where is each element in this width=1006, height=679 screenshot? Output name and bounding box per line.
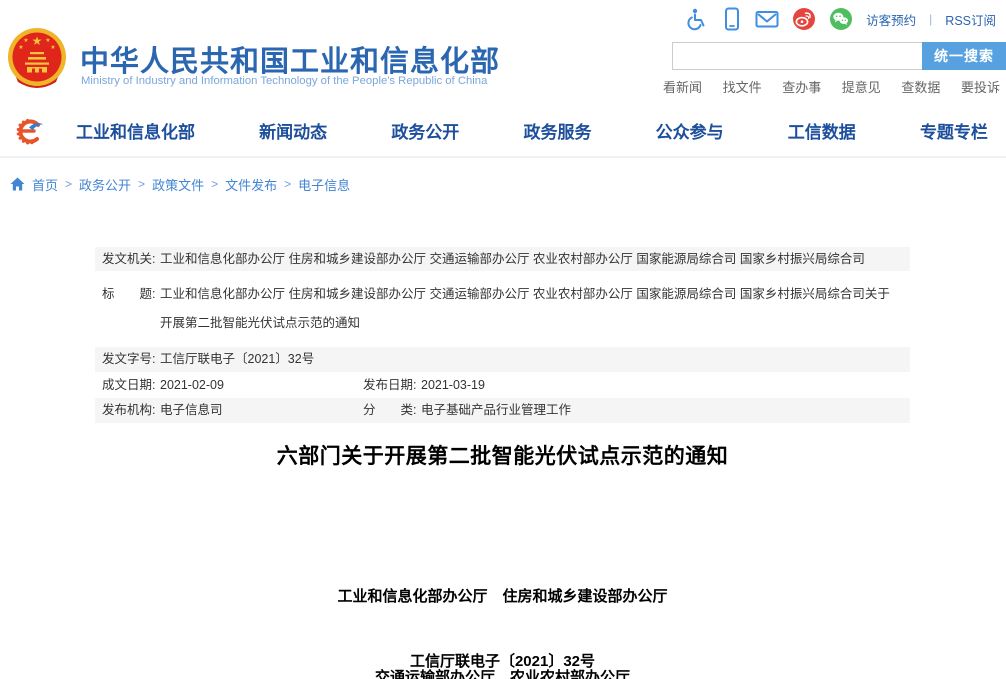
- miit-logo-icon: [14, 115, 46, 147]
- national-emblem-logo: ★ ★ ★ ★ ★: [6, 26, 68, 94]
- nav-item-news[interactable]: 新闻动态: [259, 118, 327, 143]
- nav-item-public-participation[interactable]: 公众参与: [656, 118, 724, 143]
- breadcrumb-gov-disclosure[interactable]: 政务公开: [79, 175, 131, 194]
- meta-row-doc-number: 发文字号: 工信厅联电子〔2021〕32号: [95, 347, 910, 372]
- quick-link-files[interactable]: 找文件: [723, 77, 762, 96]
- breadcrumb-separator: >: [138, 177, 145, 191]
- meta-label: 发文机关:: [102, 247, 160, 271]
- mobile-icon[interactable]: [722, 7, 742, 31]
- quick-link-services[interactable]: 查办事: [782, 77, 821, 96]
- home-icon: [10, 177, 25, 191]
- search-input[interactable]: [672, 42, 922, 70]
- quick-link-data[interactable]: 查数据: [901, 77, 940, 96]
- meta-value: 工业和信息化部办公厅 住房和城乡建设部办公厅 交通运输部办公厅 农业农村部办公厅…: [160, 247, 910, 271]
- meta-label: 发布机构:: [102, 398, 160, 423]
- site-subtitle: Ministry of Industry and Information Tec…: [81, 75, 487, 87]
- wechat-icon[interactable]: [829, 7, 853, 31]
- quick-links: 看新闻 找文件 查办事 提意见 查数据 要投诉: [663, 77, 1000, 96]
- breadcrumb-policy-files[interactable]: 政策文件: [152, 175, 204, 194]
- meta-label: 标 题:: [102, 280, 160, 338]
- meta-row-publisher-category: 发布机构: 电子信息司 分 类: 电子基础产品行业管理工作: [95, 398, 910, 423]
- meta-row-issuing-agency: 发文机关: 工业和信息化部办公厅 住房和城乡建设部办公厅 交通运输部办公厅 农业…: [95, 247, 910, 271]
- breadcrumb-electronic-info[interactable]: 电子信息: [298, 175, 350, 194]
- breadcrumb-file-release[interactable]: 文件发布: [225, 175, 277, 194]
- meta-value: 工业和信息化部办公厅 住房和城乡建设部办公厅 交通运输部办公厅 农业农村部办公厅…: [160, 280, 900, 338]
- meta-label: 成文日期:: [102, 372, 160, 398]
- search-button[interactable]: 统一搜索: [922, 42, 1006, 70]
- quick-link-complaints[interactable]: 要投诉: [961, 77, 1000, 96]
- nav-item-industry-data[interactable]: 工信数据: [788, 118, 856, 143]
- meta-value: 2021-02-09: [160, 372, 224, 398]
- nav-item-special-topics[interactable]: 专题专栏: [920, 118, 988, 143]
- svg-text:★: ★: [18, 44, 23, 51]
- document-title: 六部门关于开展第二批智能光伏试点示范的通知: [95, 440, 910, 470]
- svg-text:★: ★: [32, 34, 43, 48]
- document-meta-table: 发文机关: 工业和信息化部办公厅 住房和城乡建设部办公厅 交通运输部办公厅 农业…: [95, 247, 910, 423]
- svg-text:★: ★: [23, 37, 28, 44]
- meta-label: 发布日期:: [363, 372, 421, 398]
- unified-search: 统一搜索: [672, 42, 1006, 70]
- visitor-appointment-link[interactable]: 访客预约: [866, 10, 916, 29]
- breadcrumb-home[interactable]: 首页: [32, 175, 58, 194]
- meta-label: 分 类:: [363, 398, 421, 423]
- svg-text:★: ★: [45, 37, 50, 44]
- accessibility-icon[interactable]: [685, 7, 709, 31]
- meta-row-dates: 成文日期: 2021-02-09 发布日期: 2021-03-19: [95, 372, 910, 398]
- breadcrumb-separator: >: [284, 177, 291, 191]
- mail-icon[interactable]: [755, 9, 779, 29]
- breadcrumb-separator: >: [211, 177, 218, 191]
- rss-subscribe-link[interactable]: RSS订阅: [945, 10, 996, 29]
- quick-link-news[interactable]: 看新闻: [663, 77, 702, 96]
- nav-items: 工业和信息化部 新闻动态 政务公开 政务服务 公众参与 工信数据 专题专栏: [76, 104, 988, 156]
- meta-value: 电子基础产品行业管理工作: [421, 398, 571, 423]
- svg-text:★: ★: [50, 44, 55, 51]
- weibo-icon[interactable]: [792, 7, 816, 31]
- meta-row-title: 标 题: 工业和信息化部办公厅 住房和城乡建设部办公厅 交通运输部办公厅 农业农…: [95, 271, 910, 347]
- top-utility-bar: 访客预约 | RSS订阅: [685, 6, 996, 32]
- meta-value: 工信厅联电子〔2021〕32号: [160, 347, 910, 372]
- page: 访客预约 | RSS订阅 ★ ★ ★ ★ ★ 中华人民共和国工业和信息化部 Mi…: [0, 0, 1006, 679]
- topbar-divider: |: [929, 12, 932, 26]
- breadcrumb: 首页 > 政务公开 > 政策文件 > 文件发布 > 电子信息: [10, 174, 350, 194]
- quick-link-suggestions[interactable]: 提意见: [842, 77, 881, 96]
- meta-value: 电子信息司: [160, 398, 223, 423]
- nav-item-gov-disclosure[interactable]: 政务公开: [391, 118, 459, 143]
- meta-label: 发文字号:: [102, 347, 160, 372]
- site-title: 中华人民共和国工业和信息化部: [80, 38, 500, 80]
- nav-item-miit[interactable]: 工业和信息化部: [76, 118, 195, 143]
- breadcrumb-separator: >: [65, 177, 72, 191]
- meta-value: 2021-03-19: [421, 372, 485, 398]
- main-nav: 工业和信息化部 新闻动态 政务公开 政务服务 公众参与 工信数据 专题专栏: [0, 104, 1006, 158]
- document-number: 工信厅联电子〔2021〕32号: [95, 650, 910, 671]
- nav-item-gov-services[interactable]: 政务服务: [523, 118, 591, 143]
- org-line: 工业和信息化部办公厅 住房和城乡建设部办公厅: [95, 583, 910, 610]
